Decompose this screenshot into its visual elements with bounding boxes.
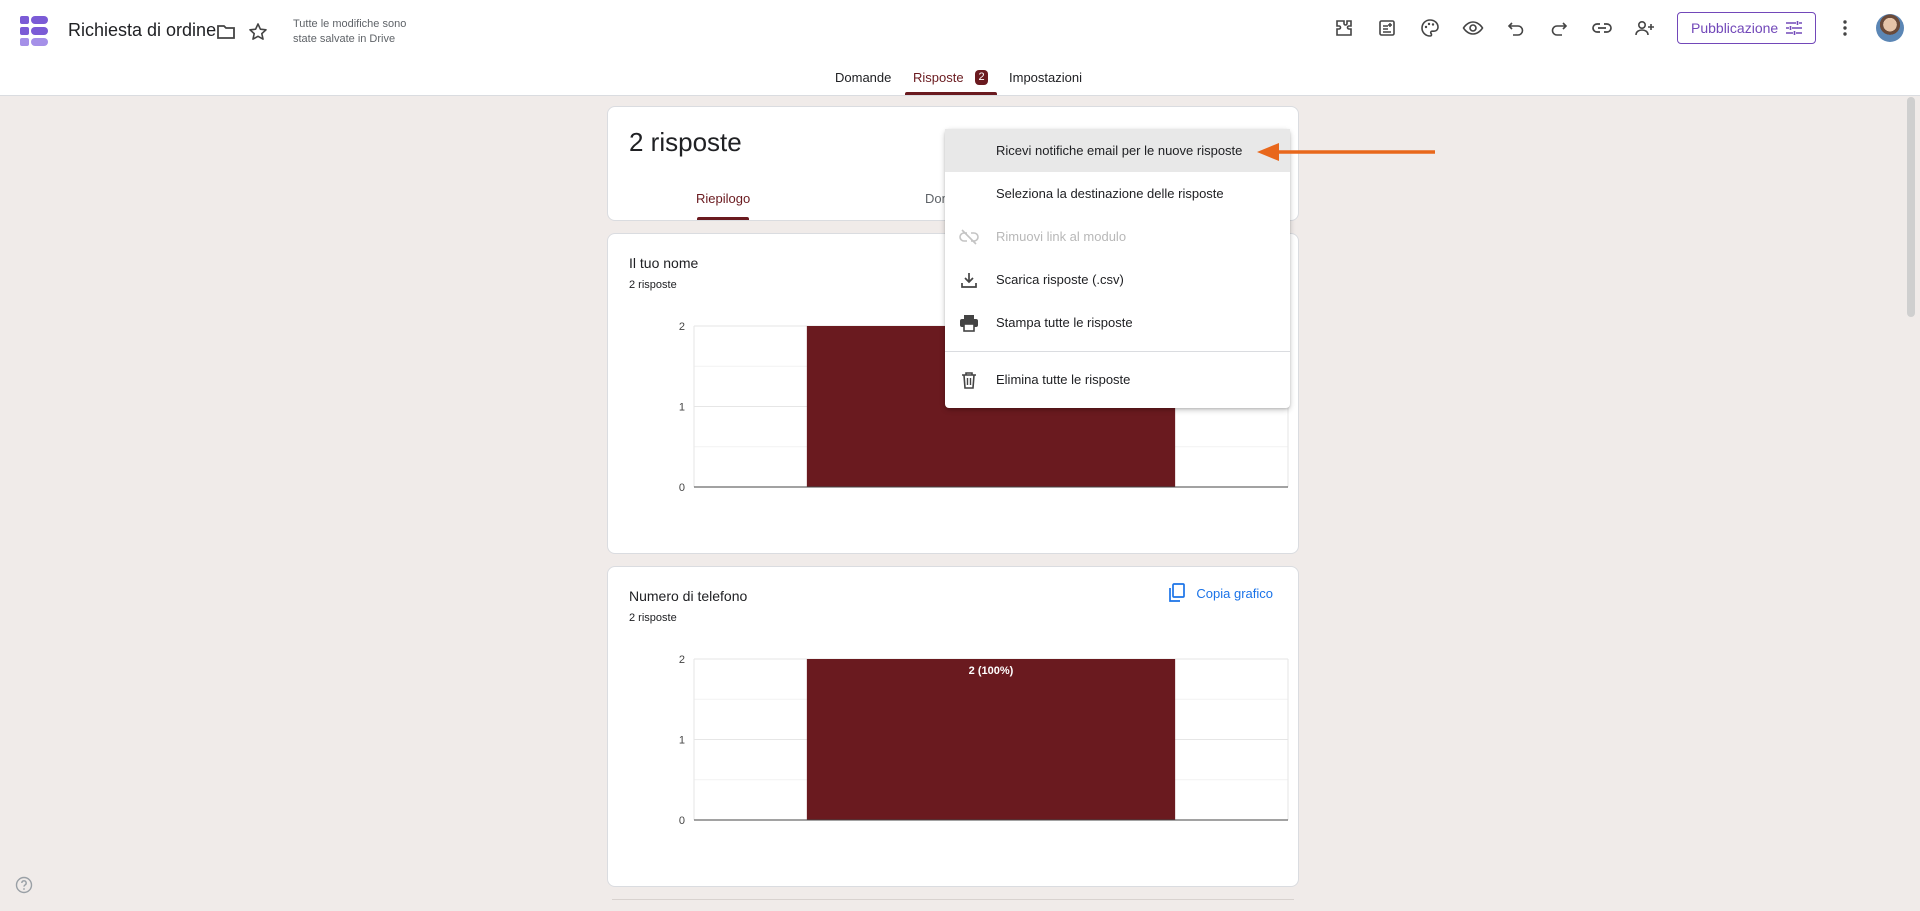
star-icon[interactable] [245,19,271,45]
link-icon[interactable] [1589,15,1615,41]
forms-logo-icon[interactable] [18,14,50,48]
preview-icon[interactable] [1460,15,1486,41]
add-collaborator-icon[interactable] [1632,15,1658,41]
print-icon [958,312,980,334]
responses-count-badge: 2 [975,70,988,85]
menu-item-download-csv[interactable]: Scarica risposte (.csv) [945,258,1290,301]
tab-questions[interactable]: Domande [835,70,891,85]
help-icon[interactable] [15,876,33,894]
bar-data-label: 2 (100%) [969,665,1014,677]
more-icon[interactable] [1832,15,1858,41]
subtab-indicator [697,217,749,220]
divider [612,899,1294,900]
annotation-arrow [1257,143,1435,161]
main-tabs: Domande Risposte Impostazioni [0,60,1920,95]
menu-item-email-notifications[interactable]: Ricevi notifiche email per le nuove risp… [945,129,1290,172]
menu-item-delete-all[interactable]: Elimina tutte le risposte [945,358,1290,401]
menu-item-unlink-form: Rimuovi link al modulo [945,215,1290,258]
template-icon[interactable] [1374,15,1400,41]
avatar[interactable] [1876,14,1904,42]
tune-icon [1786,21,1802,35]
download-icon [958,269,980,291]
question-card-phone: Numero di telefono 2 risposte Copia graf… [607,566,1299,887]
undo-icon[interactable] [1503,15,1529,41]
tab-responses[interactable]: Risposte [913,70,964,85]
menu-item-print-all[interactable]: Stampa tutte le risposte [945,301,1290,344]
trash-icon [958,369,980,391]
menu-divider [945,351,1290,352]
save-status: Tutte le modifiche sono state salvate in… [293,18,407,45]
responses-more-menu: Ricevi notifiche email per le nuove risp… [945,129,1290,408]
responses-count-title: 2 risposte [629,127,742,157]
y-tick-label: 0 [679,482,685,494]
y-tick-label: 1 [679,402,685,414]
page-scrollbar[interactable] [1907,97,1915,317]
bar-chart: 0 1 2 2 (100%) [679,654,1289,827]
unlink-icon [958,226,980,248]
tab-settings[interactable]: Impostazioni [1009,70,1082,85]
addons-icon[interactable] [1331,15,1357,41]
y-tick-label: 2 [679,321,685,333]
folder-icon[interactable] [213,19,239,45]
y-tick-label: 1 [679,735,685,747]
y-tick-label: 2 [679,654,685,666]
subtab-summary[interactable]: Riepilogo [696,191,750,206]
publish-button[interactable]: Pubblicazione [1677,12,1816,44]
bar [806,659,1176,820]
active-tab-indicator [905,92,997,95]
y-tick-label: 0 [679,815,685,827]
redo-icon[interactable] [1546,15,1572,41]
menu-item-select-destination[interactable]: Seleziona la destinazione delle risposte [945,172,1290,215]
top-bar: Richiesta di ordine Tutte le modifiche s… [0,0,1920,96]
palette-icon[interactable] [1417,15,1443,41]
document-title[interactable]: Richiesta di ordine [68,20,216,41]
